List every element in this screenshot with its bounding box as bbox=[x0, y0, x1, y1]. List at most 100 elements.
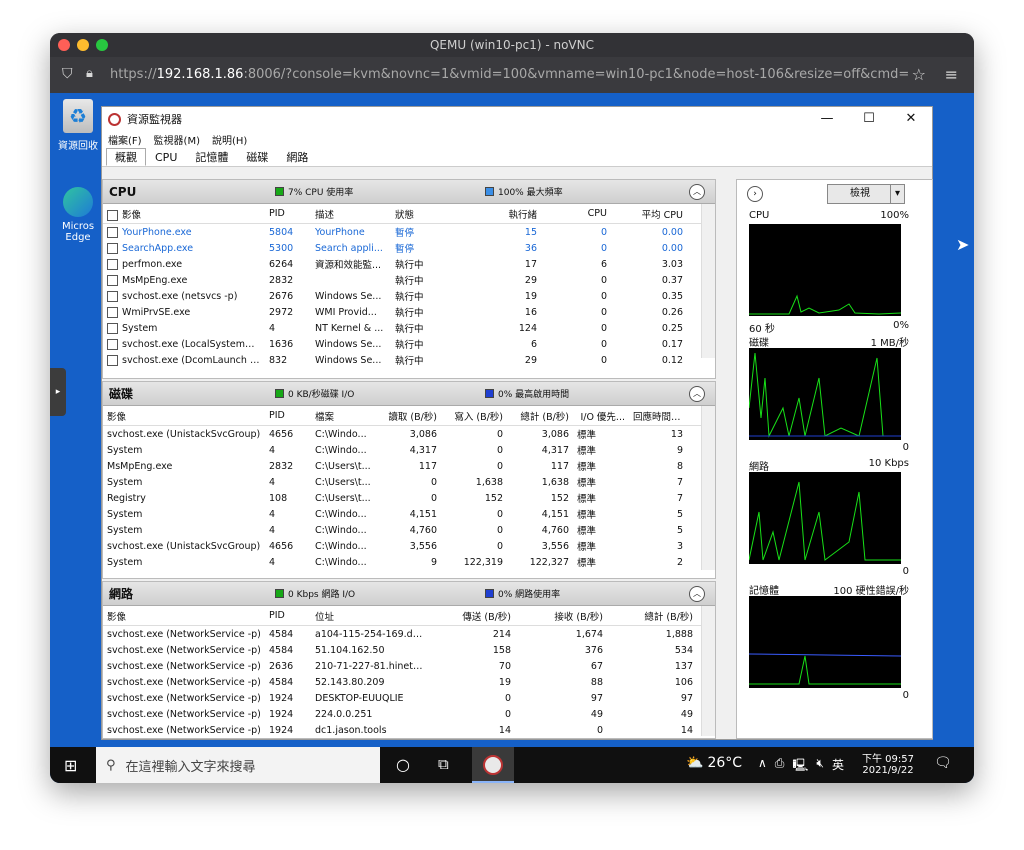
row-checkbox[interactable] bbox=[107, 322, 118, 334]
shield-icon[interactable]: ⛉ bbox=[62, 66, 73, 82]
row-checkbox[interactable] bbox=[107, 290, 118, 302]
notification-icon[interactable]: 🗨︎ bbox=[934, 755, 952, 771]
collapse-icon[interactable]: ︿ bbox=[689, 586, 705, 602]
table-row[interactable]: svchost.exe (UnistackSvcGroup) 4656 C:\Win… bbox=[103, 538, 715, 554]
start-icon[interactable]: ⊞ bbox=[64, 756, 77, 775]
table-row[interactable]: System 4 C:\Windo... 4,151 0 4,151 標準 5 bbox=[103, 506, 715, 522]
table-row[interactable]: svchost.exe (NetworkService -p) 2636 210-7… bbox=[103, 658, 715, 674]
collapse-icon[interactable]: ︿ bbox=[689, 386, 705, 402]
row-checkbox[interactable] bbox=[107, 226, 118, 238]
disk-section-header[interactable]: 磁碟 0 KB/秒磁碟 I/O 0% 最高啟用時間 ︿ bbox=[103, 382, 715, 406]
system-tray: ∧ ⎙ 🖳︎ 🔇︎ 英 bbox=[758, 756, 844, 777]
tab-disk[interactable]: 磁碟 bbox=[237, 148, 277, 166]
disk-table: 影像 PID 檔案 讀取 (B/秒) 寫入 (B/秒) 總計 (B/秒) I/O… bbox=[103, 406, 715, 570]
blue-square-icon bbox=[485, 589, 494, 598]
close-button[interactable]: ✕ bbox=[890, 107, 932, 131]
table-row[interactable]: svchost.exe (NetworkService -p) 1924 DESKT… bbox=[103, 690, 715, 706]
blue-square-icon bbox=[485, 389, 494, 398]
table-row[interactable]: svchost.exe (DcomLaunch -p) 832 Windows Se… bbox=[103, 352, 715, 368]
close-dot[interactable] bbox=[58, 39, 70, 51]
volume-muted-icon[interactable]: 🔇︎ bbox=[816, 756, 824, 777]
table-row[interactable]: SearchApp.exe 5300 Search appli... 暫停 36 0 0.0… bbox=[103, 240, 715, 256]
row-checkbox[interactable] bbox=[107, 306, 118, 318]
cpu-graph-label: CPU 100% bbox=[749, 210, 909, 221]
ime-indicator[interactable]: 英 bbox=[832, 756, 844, 777]
select-all-checkbox[interactable] bbox=[107, 209, 118, 221]
network-scrollbar[interactable] bbox=[701, 606, 715, 736]
weather[interactable]: ⛅ 26°C bbox=[686, 755, 742, 771]
disk-scrollbar[interactable] bbox=[701, 406, 715, 570]
table-row[interactable]: svchost.exe (NetworkService -p) 4584 52.14… bbox=[103, 674, 715, 690]
table-row[interactable]: System 4 C:\Windo... 4,760 0 4,760 標準 5 bbox=[103, 522, 715, 538]
table-row[interactable]: System 4 C:\Windo... 9 122,319 122,327 標準 2 bbox=[103, 554, 715, 570]
memory-graph-zero: 0 bbox=[902, 690, 909, 701]
novnc-sidebar-handle[interactable]: ▸ bbox=[50, 368, 66, 416]
url-bar[interactable]: ⛉ 🔒︎ https://192.168.1.86:8006/?console=… bbox=[50, 57, 974, 93]
taskbar-resource-monitor[interactable] bbox=[472, 747, 514, 783]
url-text[interactable]: https://192.168.1.86:8006/?console=kvm&n… bbox=[110, 67, 909, 82]
table-row[interactable]: svchost.exe (UnistackSvcGroup) 4656 C:\Win… bbox=[103, 426, 715, 442]
tab-bar: 概觀 CPU 記憶體 磁碟 網路 bbox=[102, 147, 932, 167]
table-row[interactable]: YourPhone.exe 5804 YourPhone 暫停 15 0 0.00 bbox=[103, 224, 715, 240]
row-checkbox[interactable] bbox=[107, 258, 118, 270]
table-row[interactable]: svchost.exe (netsvcs -p) 2676 Windows Se..… bbox=[103, 288, 715, 304]
view-dropdown[interactable]: 檢視 ▾ bbox=[827, 184, 905, 204]
network-section-header[interactable]: 網路 0 Kbps 網路 I/O 0% 網路使用率 ︿ bbox=[103, 582, 715, 606]
taskbar-search[interactable]: ⚲ 在這裡輸入文字來搜尋 bbox=[96, 747, 380, 783]
cpu-scrollbar[interactable] bbox=[701, 204, 715, 358]
collapse-icon[interactable]: ︿ bbox=[689, 184, 705, 200]
table-row[interactable]: svchost.exe (NetworkService -p) 4584 a104-… bbox=[103, 626, 715, 642]
table-header: 影像 PID 位址 傳送 (B/秒) 接收 (B/秒) 總計 (B/秒) bbox=[103, 606, 715, 626]
clock[interactable]: 下午 09:57 2021/9/22 bbox=[862, 750, 914, 776]
table-row[interactable]: System 4 C:\Users\t... 0 1,638 1,638 標準 7 bbox=[103, 474, 715, 490]
maximize-button[interactable]: ☐ bbox=[848, 107, 890, 131]
menu-file[interactable]: 檔案(F) bbox=[108, 132, 142, 147]
menu-monitor[interactable]: 監視器(M) bbox=[154, 132, 200, 147]
bookmark-star-icon[interactable]: ☆ bbox=[912, 65, 926, 84]
table-row[interactable]: svchost.exe (NetworkService -p) 4584 51.10… bbox=[103, 642, 715, 658]
browser-titlebar: QEMU (win10-pc1) - noVNC bbox=[50, 33, 974, 57]
graphs-pane: › 檢視 ▾ CPU 100% 60 秒 0% 磁碟 1 MB/秒 0 網路 10 Kb… bbox=[736, 179, 933, 739]
task-view-icon[interactable]: ⧉ bbox=[438, 755, 449, 773]
table-row[interactable]: WmiPrvSE.exe 2972 WMI Provid... 執行中 16 0 0.26 bbox=[103, 304, 715, 320]
cpu-section: CPU 7% CPU 使用率 100% 最大頻率 ︿ 影像 PID 描述 狀態 … bbox=[102, 179, 716, 379]
recycle-bin[interactable]: ♻ 資源回收 bbox=[54, 99, 102, 152]
minimize-button[interactable]: — bbox=[806, 107, 848, 131]
tab-overview[interactable]: 概觀 bbox=[106, 148, 146, 166]
table-row[interactable]: Registry 108 C:\Users\t... 0 152 152 標準 7 bbox=[103, 490, 715, 506]
table-row[interactable]: MsMpEng.exe 2832 C:\Users\t... 117 0 117 標準 8 bbox=[103, 458, 715, 474]
row-checkbox[interactable] bbox=[107, 338, 118, 350]
blue-square-icon bbox=[485, 187, 494, 196]
row-checkbox[interactable] bbox=[107, 242, 118, 254]
overview-left-pane: CPU 7% CPU 使用率 100% 最大頻率 ︿ 影像 PID 描述 狀態 … bbox=[102, 179, 716, 739]
device-icon[interactable]: ⎙ bbox=[775, 756, 785, 777]
table-row[interactable]: svchost.exe (LocalSystemNe... 1636 Windows… bbox=[103, 336, 715, 352]
edge-shortcut[interactable]: Micros Edge bbox=[54, 187, 102, 243]
rm-titlebar: 資源監視器 — ☐ ✕ bbox=[102, 107, 932, 131]
menu-help[interactable]: 說明(H) bbox=[212, 132, 247, 147]
row-checkbox[interactable] bbox=[107, 354, 118, 366]
menu-icon[interactable]: ≡ bbox=[945, 65, 958, 84]
collapse-graphs-icon[interactable]: › bbox=[747, 186, 763, 202]
row-checkbox[interactable] bbox=[107, 274, 118, 286]
network-graph bbox=[749, 472, 901, 564]
memory-graph-label: 記憶體 100 硬性錯誤/秒 bbox=[749, 586, 909, 597]
tab-network[interactable]: 網路 bbox=[277, 148, 317, 166]
cortana-icon[interactable]: ○ bbox=[396, 755, 410, 774]
cpu-section-header[interactable]: CPU 7% CPU 使用率 100% 最大頻率 ︿ bbox=[103, 180, 715, 204]
table-row[interactable]: svchost.exe (NetworkService -p) 1924 dc1.j… bbox=[103, 722, 715, 738]
table-row[interactable]: System 4 NT Kernel & ... 執行中 124 0 0.25 bbox=[103, 320, 715, 336]
lock-icon[interactable]: 🔒︎ bbox=[86, 66, 93, 81]
edge-icon bbox=[63, 187, 93, 217]
chevron-up-icon[interactable]: ∧ bbox=[758, 756, 767, 777]
disk-rows: svchost.exe (UnistackSvcGroup) 4656 C:\Win… bbox=[103, 426, 715, 570]
tab-memory[interactable]: 記憶體 bbox=[186, 148, 237, 166]
tab-cpu[interactable]: CPU bbox=[146, 148, 186, 166]
zoom-dot[interactable] bbox=[96, 39, 108, 51]
table-row[interactable]: System 4 C:\Windo... 4,317 0 4,317 標準 9 bbox=[103, 442, 715, 458]
minimize-dot[interactable] bbox=[77, 39, 89, 51]
table-row[interactable]: svchost.exe (NetworkService -p) 1924 224.0… bbox=[103, 706, 715, 722]
table-row[interactable]: MsMpEng.exe 2832 執行中 29 0 0.37 bbox=[103, 272, 715, 288]
network-icon[interactable]: 🖳︎ bbox=[792, 756, 808, 777]
table-row[interactable]: perfmon.exe 6264 資源和效能監... 執行中 17 6 3.03 bbox=[103, 256, 715, 272]
